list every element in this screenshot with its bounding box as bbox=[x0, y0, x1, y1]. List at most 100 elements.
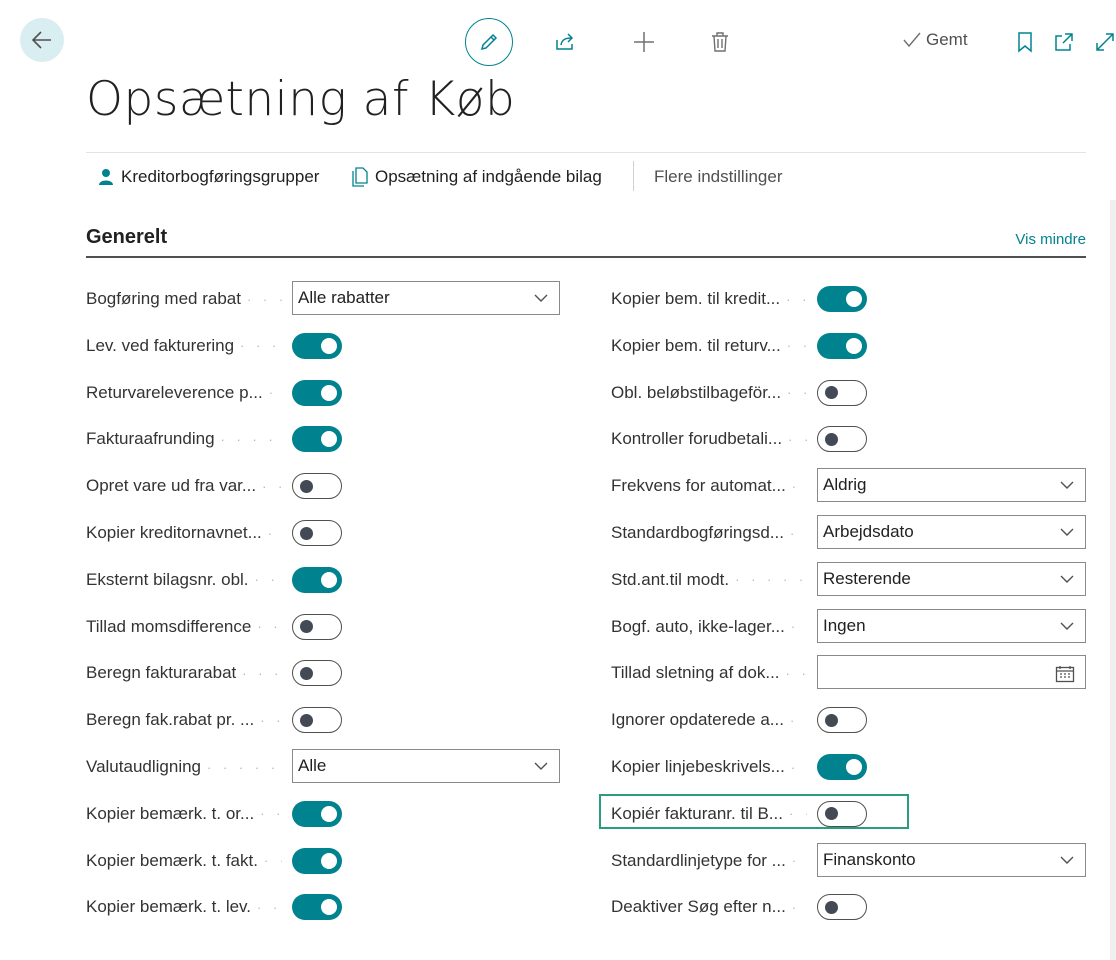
checkmark-icon bbox=[903, 32, 921, 48]
incoming-docs-setup-action[interactable]: Opsætning af indgående bilag bbox=[352, 167, 602, 187]
toggle-switch[interactable] bbox=[292, 894, 342, 921]
field-label-text: Standardbogføringsd... bbox=[611, 523, 784, 542]
dropdown-select[interactable]: Arbejdsdato bbox=[817, 515, 1086, 549]
expand-button[interactable] bbox=[1093, 28, 1116, 56]
field-label-text: Tillad momsdifference bbox=[86, 616, 252, 636]
toggle-switch[interactable] bbox=[292, 707, 342, 734]
label-dots: · · · · · · · · bbox=[246, 291, 282, 307]
trash-icon bbox=[712, 32, 728, 52]
saved-status: Gemt bbox=[902, 30, 968, 50]
scrollbar[interactable] bbox=[1110, 200, 1116, 960]
field-label-text: Opret vare ud fra var... bbox=[86, 476, 257, 496]
toggle-switch[interactable] bbox=[817, 286, 867, 312]
dropdown-select[interactable]: Finanskonto bbox=[817, 842, 1086, 877]
popout-icon bbox=[1055, 33, 1073, 51]
toggle-switch[interactable] bbox=[817, 379, 867, 406]
toggle-switch[interactable] bbox=[292, 426, 342, 453]
dropdown-select[interactable]: Resterende bbox=[817, 561, 1086, 596]
chevron-down-icon bbox=[534, 294, 548, 302]
field-label-text: Kopier bemærk. t. or... bbox=[86, 803, 255, 823]
toggle-switch[interactable] bbox=[817, 754, 867, 780]
dropdown-select[interactable]: Alle rabatter bbox=[292, 281, 560, 315]
toggle-switch[interactable] bbox=[292, 800, 342, 827]
field-label: Bogføring med rabat · · · · · · · · bbox=[86, 287, 282, 311]
label-dots: · · · · · · · · bbox=[267, 525, 282, 541]
field-label-text: Tillad sletning af dok... bbox=[611, 663, 780, 683]
chevron-down-icon bbox=[1060, 528, 1074, 536]
field-label-text: Bogf. auto, ikke-lager... bbox=[611, 616, 785, 636]
field-label: Standardbogføringsd... · · · · · · · · bbox=[611, 521, 807, 545]
share-icon bbox=[556, 33, 574, 50]
toggle-switch[interactable] bbox=[292, 613, 342, 640]
field-label: Kopier bemærk. t. fakt. · · · · · · · · bbox=[86, 849, 282, 873]
back-button[interactable] bbox=[20, 18, 64, 62]
pencil-icon bbox=[480, 33, 498, 51]
field-label: Valutaudligning · · · · · · · · bbox=[86, 755, 282, 779]
field-label-text: Kontroller forudbetali... bbox=[611, 429, 783, 449]
highlight-box bbox=[599, 794, 909, 829]
toggle-switch[interactable] bbox=[817, 332, 867, 359]
toggle-switch[interactable] bbox=[292, 566, 342, 593]
field-label-text: Bogføring med rabat bbox=[86, 289, 241, 308]
field-label-text: Beregn fak.rabat pr. ... bbox=[86, 710, 255, 730]
toggle-switch[interactable] bbox=[292, 847, 342, 874]
toggle-switch[interactable] bbox=[817, 426, 867, 453]
toggle-switch[interactable] bbox=[292, 520, 342, 546]
label-dots: · · · · · · · · bbox=[788, 431, 807, 447]
edit-button[interactable] bbox=[465, 18, 513, 66]
field-label-text: Valutaudligning bbox=[86, 757, 201, 776]
action-divider bbox=[633, 161, 634, 191]
label-dots: · · · · · · · · bbox=[257, 619, 282, 635]
field-label: Std.ant.til modt. · · · · · · · · bbox=[611, 568, 807, 592]
toggle-switch[interactable] bbox=[817, 894, 867, 921]
toggle-switch[interactable] bbox=[292, 379, 342, 406]
plus-icon bbox=[634, 32, 654, 52]
field-label: Kopier linjebeskrivels... · · · · · · · · bbox=[611, 755, 807, 779]
toggle-switch[interactable] bbox=[817, 707, 867, 734]
new-button[interactable] bbox=[630, 28, 658, 56]
toggle-switch[interactable] bbox=[292, 332, 342, 359]
bookmark-button[interactable] bbox=[1013, 28, 1037, 56]
label-dots: · · · · · · · · bbox=[207, 759, 282, 775]
field-label-text: Eksternt bilagsnr. obl. bbox=[86, 569, 249, 589]
vendor-posting-groups-label: Kreditorbogføringsgrupper bbox=[121, 167, 320, 186]
more-settings-action[interactable]: Flere indstillinger bbox=[654, 167, 783, 187]
field-label: Fakturaafrunding · · · · · · · · bbox=[86, 427, 282, 451]
select-value: Alle bbox=[298, 756, 327, 775]
label-dots: · · · · · · · · bbox=[786, 338, 807, 354]
section-divider bbox=[86, 256, 1086, 258]
delete-button[interactable] bbox=[706, 28, 734, 56]
field-label-text: Kopier kreditornavnet... bbox=[86, 523, 262, 542]
field-label-text: Kopier bemærk. t. fakt. bbox=[86, 850, 258, 870]
field-label: Kopier bem. til kredit... · · · · · · · · bbox=[611, 287, 807, 311]
arrow-left-icon bbox=[31, 31, 51, 49]
label-dots: · · · · · · · · bbox=[257, 899, 282, 915]
field-label-text: Standardlinjetype for ... bbox=[611, 850, 786, 870]
field-label: Kopier bemærk. t. or... · · · · · · · · bbox=[86, 802, 282, 826]
vendor-posting-groups-action[interactable]: Kreditorbogføringsgrupper bbox=[98, 167, 319, 187]
field-label: Ignorer opdaterede a... · · · · · · · · bbox=[611, 708, 807, 732]
chevron-down-icon bbox=[1060, 622, 1074, 630]
field-label: Returvareleverence p... · · · · · · · · bbox=[86, 381, 282, 405]
field-label-text: Fakturaafrunding bbox=[86, 429, 215, 449]
open-new-window-button[interactable] bbox=[1050, 28, 1078, 56]
label-dots: · · · · · · · · bbox=[786, 291, 807, 307]
field-label: Eksternt bilagsnr. obl. · · · · · · · · bbox=[86, 568, 282, 592]
dropdown-select[interactable]: Aldrig bbox=[817, 468, 1086, 503]
toggle-switch[interactable] bbox=[292, 473, 342, 500]
label-dots: · · · · · · · · bbox=[735, 572, 807, 588]
page-title: Opsætning af Køb bbox=[86, 72, 516, 127]
field-label-text: Kopier bemærk. t. lev. bbox=[86, 897, 252, 917]
share-button[interactable] bbox=[551, 28, 579, 56]
select-value: Resterende bbox=[823, 568, 911, 588]
field-label: Opret vare ud fra var... · · · · · · · · bbox=[86, 474, 282, 498]
label-dots: · · · · · · · · bbox=[260, 712, 282, 728]
field-label-text: Frekvens for automat... bbox=[611, 476, 786, 496]
saved-label: Gemt bbox=[926, 30, 968, 49]
date-field[interactable] bbox=[817, 655, 1086, 690]
show-less-link[interactable]: Vis mindre bbox=[1015, 231, 1086, 248]
field-label: Kopier kreditornavnet... · · · · · · · · bbox=[86, 521, 282, 545]
toggle-switch[interactable] bbox=[292, 660, 342, 687]
dropdown-select[interactable]: Ingen bbox=[817, 608, 1086, 643]
dropdown-select[interactable]: Alle bbox=[292, 749, 560, 783]
